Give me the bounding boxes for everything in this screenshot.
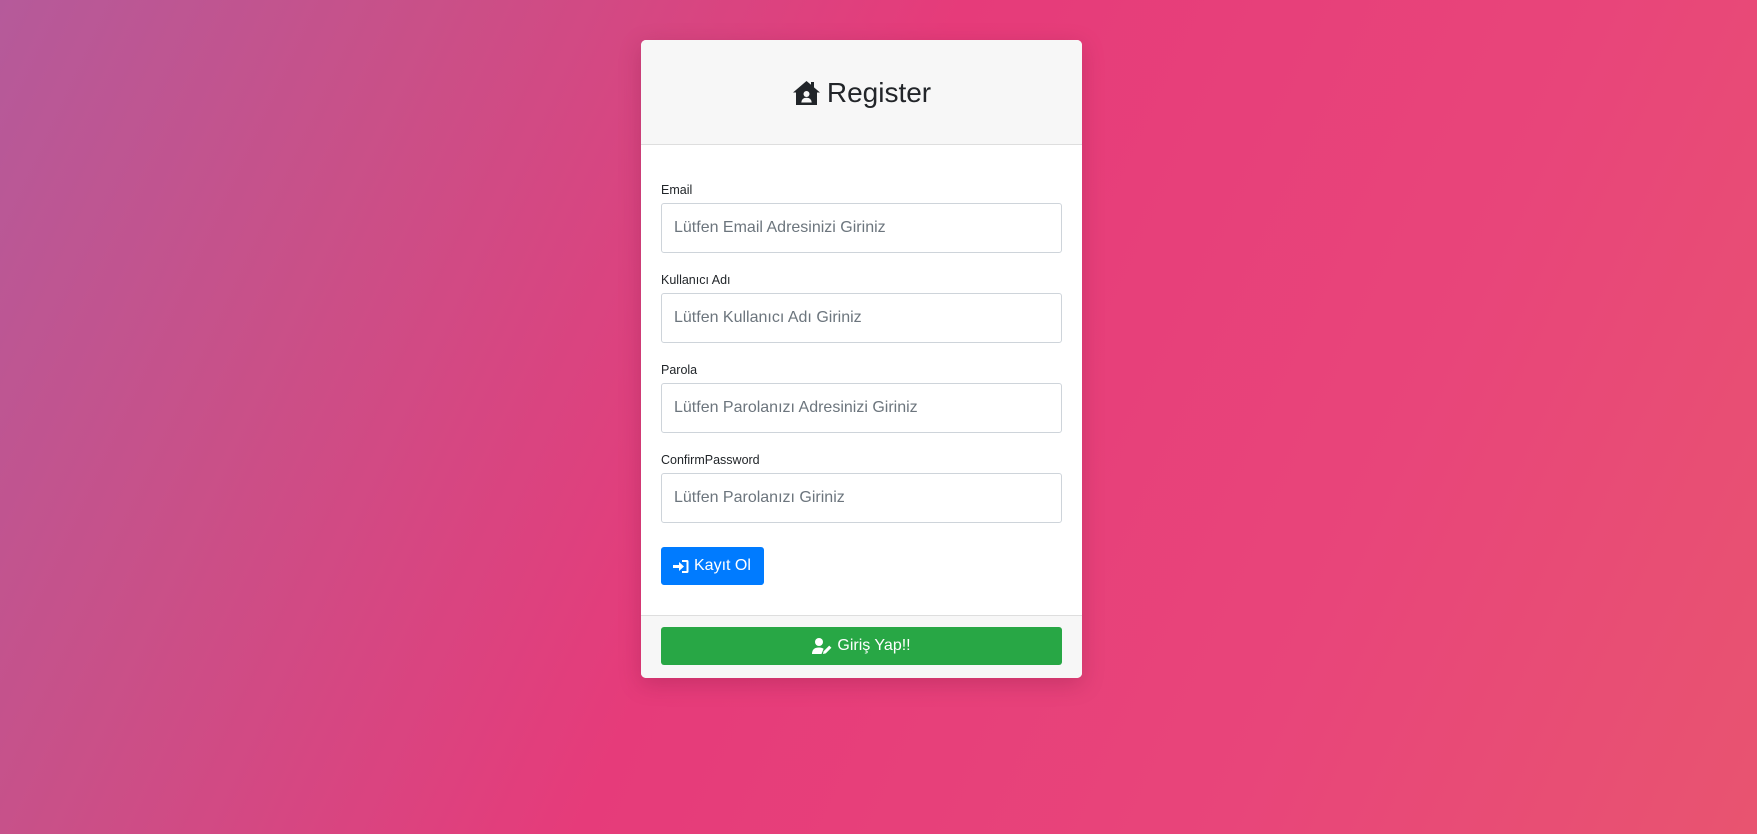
page-title: Register [792, 77, 931, 109]
confirm-password-label: ConfirmPassword [661, 453, 760, 467]
house-user-icon [792, 80, 821, 106]
register-button-label: Kayıt Ol [694, 557, 751, 574]
password-group: Parola [661, 363, 1062, 433]
register-button[interactable]: Kayıt Ol [661, 547, 764, 585]
confirm-password-group: ConfirmPassword [661, 453, 1062, 523]
card-footer: Giriş Yap!! [641, 615, 1082, 678]
email-label: Email [661, 183, 693, 197]
password-label: Parola [661, 363, 698, 377]
card-header: Register [641, 40, 1082, 145]
page-title-text: Register [826, 77, 932, 108]
password-field[interactable] [661, 383, 1062, 433]
username-label: Kullanıcı Adı [661, 273, 731, 287]
confirm-password-field[interactable] [661, 473, 1062, 523]
login-button[interactable]: Giriş Yap!! [661, 627, 1062, 665]
register-card: Register Email Kullanıcı Adı Parola Conf… [641, 40, 1082, 678]
email-group: Email [661, 183, 1062, 253]
register-form: Email Kullanıcı Adı Parola ConfirmPasswo… [641, 145, 1082, 585]
login-button-label: Giriş Yap!! [837, 637, 911, 654]
sign-in-icon [673, 559, 689, 574]
email-field[interactable] [661, 203, 1062, 253]
username-group: Kullanıcı Adı [661, 273, 1062, 343]
username-field[interactable] [661, 293, 1062, 343]
user-edit-icon [812, 638, 832, 654]
